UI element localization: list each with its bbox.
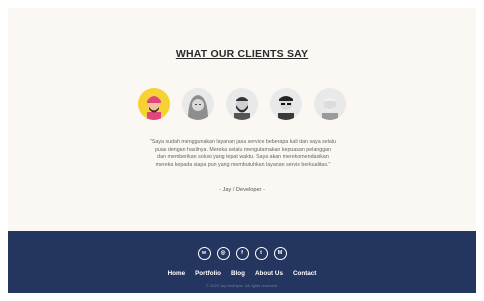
footer-nav: Home Portfolio Blog About Us Contact <box>8 270 476 277</box>
avatar-beard-man[interactable] <box>226 88 258 120</box>
copyright-text: © 2023 Jay Andriyan. All rights reserved… <box>205 283 279 288</box>
testimonial-quote: "Saya sudah menggunakan layanan jasa ser… <box>150 139 336 168</box>
social-links: w ◎ f t M <box>8 247 476 260</box>
instagram-icon[interactable]: ◎ <box>216 247 230 260</box>
avatar-old-man[interactable] <box>314 88 346 120</box>
footer-link-about-us[interactable]: About Us <box>255 270 283 277</box>
testimonial-author: - Jay / Developer - <box>219 187 265 193</box>
footer-link-contact[interactable]: Contact <box>293 270 316 277</box>
avatar-sunglasses-man[interactable] <box>270 88 302 120</box>
whatsapp-icon[interactable]: w <box>197 247 211 260</box>
medium-icon[interactable]: M <box>273 247 287 260</box>
section-title: WHAT OUR CLIENTS SAY <box>175 48 309 60</box>
avatar-hijab-woman[interactable] <box>182 88 214 120</box>
page-frame: WHAT OUR CLIENTS SAY "Saya sudah menggun… <box>8 8 476 293</box>
avatar-carousel <box>8 88 476 120</box>
footer: w ◎ f t M Home Portfolio Blog About Us C… <box>8 231 476 293</box>
twitter-icon[interactable]: t <box>254 247 268 260</box>
facebook-icon[interactable]: f <box>235 247 249 260</box>
footer-link-home[interactable]: Home <box>168 270 186 277</box>
avatar-turban-man[interactable] <box>138 88 170 120</box>
footer-link-blog[interactable]: Blog <box>231 270 245 277</box>
footer-link-portfolio[interactable]: Portfolio <box>195 270 221 277</box>
